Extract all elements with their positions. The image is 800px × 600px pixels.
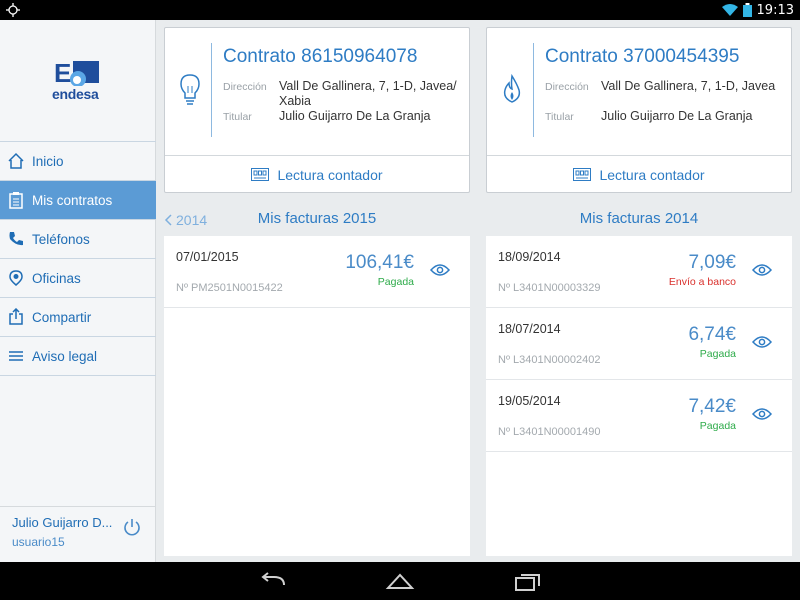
logo-wordmark: endesa [52, 86, 99, 102]
view-eye-icon[interactable] [752, 263, 772, 277]
invoices-2014-list: 18/09/2014 Nº L3401N00003329 7,09€ Envío… [486, 236, 792, 556]
invoice-number: Nº PM2501N0015422 [176, 282, 283, 294]
user-login: usuario15 [12, 535, 65, 549]
address-label: Dirección [545, 81, 589, 93]
main-nav: Inicio Mis contratos Teléfonos Oficinas … [0, 141, 156, 376]
nav-label: Inicio [32, 153, 64, 169]
share-icon [7, 308, 25, 326]
holder-value: Julio Guijarro De La Granja [279, 109, 431, 123]
contract-info: Contrato 86150964078 Dirección Vall De G… [165, 28, 469, 155]
wifi-icon [721, 4, 738, 16]
nav-label: Teléfonos [32, 231, 90, 247]
invoice-amount: 7,42€ [688, 396, 736, 417]
address-label: Dirección [223, 81, 267, 93]
view-eye-icon[interactable] [430, 263, 450, 277]
invoice-date: 07/01/2015 [176, 250, 239, 264]
phone-icon [7, 230, 25, 248]
invoice-amount: 6,74€ [688, 324, 736, 345]
nav-item-oficinas[interactable]: Oficinas [0, 259, 156, 298]
location-icon [7, 269, 25, 287]
recent-apps-icon[interactable] [513, 571, 543, 591]
invoice-number: Nº L3401N00003329 [498, 282, 601, 294]
contract-title: Contrato 37000454395 [545, 46, 740, 67]
system-nav-bar [0, 562, 800, 600]
meter-icon [573, 168, 592, 181]
invoice-row[interactable]: 18/07/2014 Nº L3401N00002402 6,74€ Pagad… [486, 308, 792, 380]
invoice-status: Envío a banco [668, 276, 736, 288]
holder-label: Titular [545, 111, 574, 123]
contract-info: Contrato 37000454395 Dirección Vall De G… [487, 28, 791, 155]
invoice-date: 19/05/2014 [498, 394, 561, 408]
nav-item-inicio[interactable]: Inicio [0, 142, 156, 181]
view-eye-icon[interactable] [752, 407, 772, 421]
divider [211, 43, 212, 137]
battery-icon [742, 3, 752, 17]
invoice-row[interactable]: 07/01/2015 Nº PM2501N0015422 106,41€ Pag… [164, 236, 470, 308]
invoice-status: Pagada [699, 348, 736, 360]
meter-icon [251, 168, 270, 181]
view-eye-icon[interactable] [752, 335, 772, 349]
divider [533, 43, 534, 137]
svg-text:E: E [54, 58, 71, 86]
invoice-status: Pagada [699, 420, 736, 432]
nav-item-aviso-legal[interactable]: Aviso legal [0, 337, 156, 376]
gps-icon [6, 3, 20, 17]
invoice-amount: 106,41€ [345, 252, 414, 273]
endesa-logo-mark: E [54, 58, 99, 86]
clipboard-icon [7, 191, 25, 209]
nav-item-telefonos[interactable]: Teléfonos [0, 220, 156, 259]
status-bar: 19:13 [0, 0, 800, 20]
contract-card[interactable]: Contrato 37000454395 Dirección Vall De G… [486, 27, 792, 193]
invoices-2015-title: Mis facturas 2015 [257, 210, 377, 227]
user-panel: Julio Guijarro D... usuario15 [0, 506, 156, 562]
address-value: Vall De Gallinera, 7, 1-D, Javea [601, 79, 776, 93]
menu-lines-icon [7, 347, 25, 365]
contract-card[interactable]: Contrato 86150964078 Dirección Vall De G… [164, 27, 470, 193]
flame-icon [503, 73, 521, 103]
back-icon[interactable] [258, 571, 288, 591]
meter-reading-label: Lectura contador [599, 166, 705, 183]
nav-label: Mis contratos [32, 192, 113, 208]
invoice-amount: 7,09€ [688, 252, 736, 273]
invoice-date: 18/09/2014 [498, 250, 561, 264]
invoice-number: Nº L3401N00001490 [498, 426, 601, 438]
user-name: Julio Guijarro D... [12, 515, 113, 530]
endesa-logo: E endesa [52, 58, 104, 106]
meter-reading-button[interactable]: Lectura contador [165, 155, 469, 193]
nav-item-compartir[interactable]: Compartir [0, 298, 156, 337]
holder-value: Julio Guijarro De La Granja [601, 109, 753, 123]
meter-reading-label: Lectura contador [277, 166, 383, 183]
invoice-number: Nº L3401N00002402 [498, 354, 601, 366]
nav-label: Oficinas [32, 270, 81, 286]
invoices-2014-title: Mis facturas 2014 [579, 210, 699, 227]
invoices-2015-list: 07/01/2015 Nº PM2501N0015422 106,41€ Pag… [164, 236, 470, 556]
home-button-icon[interactable] [385, 571, 415, 591]
invoice-status: Pagada [377, 276, 414, 288]
contract-title: Contrato 86150964078 [223, 46, 418, 67]
invoice-row[interactable]: 18/09/2014 Nº L3401N00003329 7,09€ Envío… [486, 236, 792, 308]
clock: 19:13 [756, 2, 794, 18]
power-icon[interactable] [122, 517, 142, 537]
nav-item-mis-contratos[interactable]: Mis contratos [0, 181, 156, 220]
invoice-date: 18/07/2014 [498, 322, 561, 336]
invoice-row[interactable]: 19/05/2014 Nº L3401N00001490 7,42€ Pagad… [486, 380, 792, 452]
lightbulb-icon [180, 74, 200, 105]
sidebar: E endesa Inicio Mis contratos Teléfonos [0, 20, 156, 562]
meter-reading-button[interactable]: Lectura contador [487, 155, 791, 193]
home-icon [7, 152, 25, 170]
nav-label: Aviso legal [32, 348, 98, 364]
address-value: Vall De Gallinera, 7, 1-D, Javea/ Xabia [279, 79, 457, 108]
holder-label: Titular [223, 111, 252, 123]
nav-label: Compartir [32, 309, 92, 325]
